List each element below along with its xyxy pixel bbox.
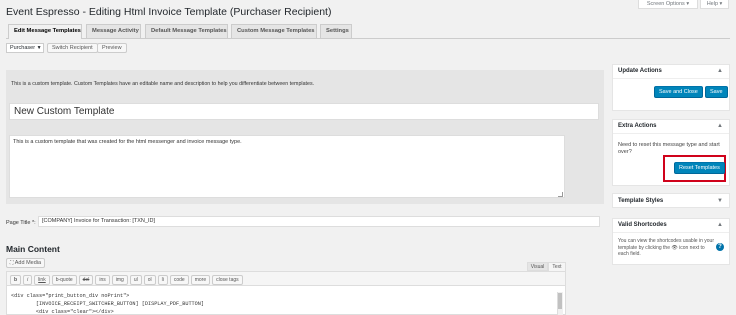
quicktag-link[interactable]: link xyxy=(34,275,50,285)
editor-tab-text[interactable]: Text xyxy=(548,262,566,271)
add-media-label: Add Media xyxy=(14,260,42,266)
editor-scrollbar-thumb[interactable] xyxy=(558,293,562,309)
valid-shortcodes-box: Valid Shortcodes ▲ You can view the shor… xyxy=(612,218,730,265)
code-line: <div class="print_button_div noPrint"> xyxy=(11,293,130,299)
update-actions-title: Update Actions xyxy=(618,68,662,74)
recipient-select[interactable]: Purchaser ▼ xyxy=(6,43,44,53)
quicktag-b-quote[interactable]: b-quote xyxy=(51,275,77,285)
page-title-label: Page Title *: xyxy=(6,220,36,226)
valid-shortcodes-text: You can view the shortcodes usable in yo… xyxy=(618,238,714,258)
help-icon[interactable]: ? xyxy=(716,243,724,251)
tab-bar-line xyxy=(6,38,730,39)
extra-actions-title: Extra Actions xyxy=(618,123,657,129)
add-media-button[interactable]: ⛶ Add Media xyxy=(6,258,46,268)
quicktag-img[interactable]: img xyxy=(111,275,128,285)
screen-options-label: Screen Options xyxy=(646,1,685,7)
template-description-textarea[interactable]: This is a custom template that was creat… xyxy=(9,135,565,198)
quicktag-italic[interactable]: i xyxy=(23,275,33,285)
collapse-arrow-icon[interactable]: ▲ xyxy=(717,222,723,228)
media-icon: ⛶ xyxy=(10,260,14,266)
expand-arrow-icon[interactable]: ▼ xyxy=(717,198,723,204)
quicktag-li[interactable]: li xyxy=(157,275,168,285)
template-styles-title: Template Styles xyxy=(618,198,664,204)
template-name-input[interactable]: New Custom Template xyxy=(9,103,599,120)
resize-handle-icon[interactable] xyxy=(558,192,563,197)
switch-recipient-button[interactable]: Switch Recipient xyxy=(47,43,98,53)
template-styles-box[interactable]: Template Styles ▼ xyxy=(612,193,730,208)
code-line: <div class="clear"></div> xyxy=(11,309,114,315)
quicktag-ol[interactable]: ol xyxy=(143,275,156,285)
tab-default-message-templates[interactable]: Default Message Templates xyxy=(145,24,228,38)
save-button[interactable]: Save xyxy=(705,86,728,98)
tab-custom-message-templates[interactable]: Custom Message Templates xyxy=(231,24,317,38)
box-divider xyxy=(613,78,729,79)
quicktag-ul[interactable]: ul xyxy=(129,275,142,285)
help-label: Help xyxy=(706,1,718,7)
box-divider xyxy=(613,232,729,233)
tab-edit-message-templates[interactable]: Edit Message Templates xyxy=(8,24,82,39)
quicktag-del[interactable]: del xyxy=(78,275,94,285)
page-title: Event Espresso - Editing Html Invoice Te… xyxy=(6,6,332,18)
save-and-close-button[interactable]: Save and Close xyxy=(654,86,703,98)
box-divider xyxy=(613,133,729,134)
main-content-heading: Main Content xyxy=(6,244,60,254)
update-actions-box: Update Actions ▲ Save and Close Save xyxy=(612,64,730,111)
quicktag-bold[interactable]: b xyxy=(10,275,22,285)
quicktags-toolbar: b i link b-quote del ins img ul ol li code more clos… xyxy=(7,272,565,286)
quicktag-code[interactable]: code xyxy=(169,275,189,285)
screen-options-button[interactable]: Screen Options ▾ xyxy=(638,0,698,9)
custom-template-notice: This is a custom template. Custom Templa… xyxy=(11,81,315,87)
quicktag-ins[interactable]: ins xyxy=(95,275,110,285)
tab-settings[interactable]: Settings xyxy=(320,24,352,38)
collapse-arrow-icon[interactable]: ▲ xyxy=(717,123,723,129)
preview-button[interactable]: Preview xyxy=(97,43,127,53)
editor-tab-visual[interactable]: Visual xyxy=(527,262,548,271)
valid-shortcodes-title: Valid Shortcodes xyxy=(618,222,667,228)
chevron-down-icon: ▼ xyxy=(36,45,42,51)
help-button[interactable]: Help ▾ xyxy=(700,0,729,9)
shortcode-eye-icon: 👁 xyxy=(671,244,678,251)
quicktag-more[interactable]: more xyxy=(190,275,211,285)
code-line: [INVOICE_RECEIPT_SWITCHER_BUTTON] [DISPL… xyxy=(11,301,205,307)
extra-actions-box: Extra Actions ▲ Need to reset this messa… xyxy=(612,119,730,186)
tab-message-activity[interactable]: Message Activity xyxy=(86,24,141,38)
reset-templates-button[interactable]: Reset Templates xyxy=(674,162,725,174)
extra-actions-text: Need to reset this message type and star… xyxy=(618,142,720,155)
recipient-select-value: Purchaser xyxy=(10,45,36,51)
quicktag-close-tags[interactable]: close tags xyxy=(212,275,243,285)
collapse-arrow-icon[interactable]: ▲ xyxy=(717,68,723,74)
page-title-input[interactable]: [COMPANY] Invoice for Transaction: [TXN_… xyxy=(38,216,600,227)
